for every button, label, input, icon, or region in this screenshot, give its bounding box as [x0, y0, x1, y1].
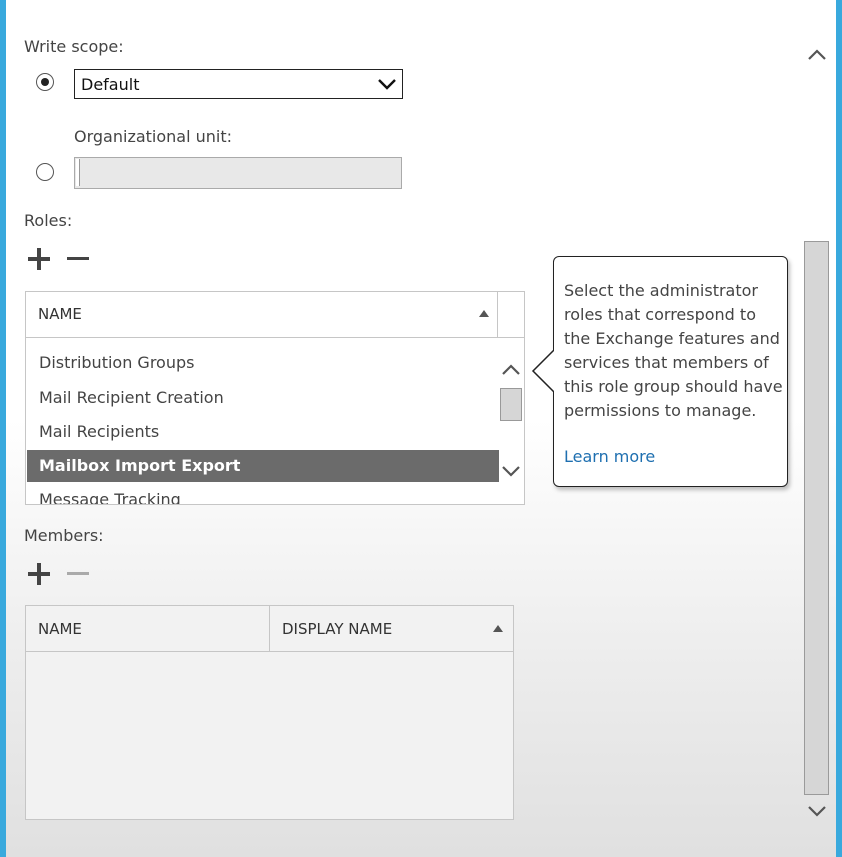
sort-up-icon[interactable] — [478, 309, 490, 319]
role-row-mailbox-import-export[interactable]: Mailbox Import Export — [27, 450, 499, 482]
members-table-header: NAME DISPLAY NAME — [26, 606, 513, 652]
members-table: NAME DISPLAY NAME — [25, 605, 514, 820]
window-border-right — [836, 0, 842, 857]
write-scope-select[interactable]: Default — [74, 69, 403, 99]
role-row-mail-recipient-creation[interactable]: Mail Recipient Creation — [27, 382, 499, 414]
roles-help-callout: Select the administrator roles that corr… — [553, 256, 788, 487]
add-role-plus-icon[interactable] — [27, 247, 51, 271]
members-header-divider — [269, 606, 270, 651]
roles-scroll-thumb[interactable] — [500, 388, 522, 421]
write-scope-default-radio[interactable] — [36, 73, 54, 91]
write-scope-label: Write scope: — [24, 37, 124, 56]
roles-scroll-down-icon[interactable] — [500, 462, 522, 480]
header-divider — [497, 292, 498, 337]
callout-pointer — [531, 348, 556, 394]
roles-table-header: NAME — [26, 292, 524, 338]
callout-text: Select the administrator roles that corr… — [564, 281, 783, 420]
learn-more-link[interactable]: Learn more — [564, 447, 655, 466]
write-scope-select-value: Default — [81, 75, 140, 94]
chevron-down-icon — [378, 79, 396, 90]
window-border-left — [0, 0, 6, 857]
add-member-plus-icon[interactable] — [27, 562, 51, 586]
dialog-frame: Write scope: Default Organizational unit… — [0, 0, 842, 857]
org-unit-label: Organizational unit: — [74, 127, 233, 146]
org-unit-input-cursor — [76, 159, 80, 186]
scroll-down-icon[interactable] — [806, 802, 828, 820]
roles-scroll-up-icon[interactable] — [500, 361, 522, 379]
members-label: Members: — [24, 526, 104, 545]
org-unit-input[interactable] — [74, 157, 402, 189]
roles-name-column-header[interactable]: NAME — [38, 305, 82, 323]
page-scrollbar-thumb[interactable] — [804, 241, 829, 795]
remove-member-minus-icon — [67, 572, 89, 575]
remove-role-minus-icon[interactable] — [66, 247, 90, 271]
members-display-name-column-header[interactable]: DISPLAY NAME — [282, 620, 392, 638]
role-row-mail-recipients[interactable]: Mail Recipients — [27, 416, 499, 448]
roles-table: NAME Distribution Groups Mail Recipient … — [25, 291, 525, 505]
role-row-distribution-groups[interactable]: Distribution Groups — [27, 347, 499, 379]
members-name-column-header[interactable]: NAME — [38, 620, 82, 638]
sort-up-icon[interactable] — [492, 624, 504, 634]
scroll-up-icon[interactable] — [806, 46, 828, 64]
role-row-message-tracking[interactable]: Message Tracking — [27, 484, 499, 504]
org-unit-radio[interactable] — [36, 163, 54, 181]
roles-label: Roles: — [24, 211, 73, 230]
